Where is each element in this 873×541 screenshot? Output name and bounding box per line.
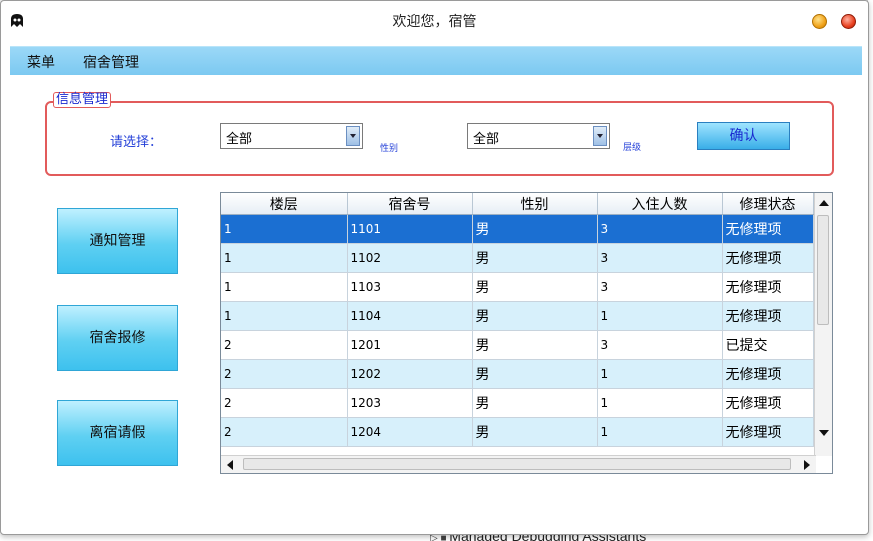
horizontal-scroll-thumb[interactable]: [243, 458, 791, 470]
cell-repair-status[interactable]: 无修理项: [722, 388, 814, 418]
floor-select-value: 全部: [473, 132, 500, 147]
title-bar[interactable]: 欢迎您，宿管: [1, 1, 868, 41]
cell-gender[interactable]: 男: [472, 388, 598, 418]
menu-bar: 菜单 宿舍管理: [10, 46, 862, 75]
floor-dropdown-arrow-icon[interactable]: [593, 126, 607, 146]
cell-room[interactable]: 1104: [347, 301, 473, 331]
cell-occupants[interactable]: 3: [597, 243, 723, 273]
cell-occupants[interactable]: 1: [597, 301, 723, 331]
table-row[interactable]: 2 1202 男 1 无修理项: [221, 359, 814, 389]
notice-management-button[interactable]: 通知管理: [57, 208, 178, 274]
vertical-scroll-thumb[interactable]: [817, 215, 829, 325]
cell-occupants[interactable]: 3: [597, 272, 723, 302]
scroll-up-icon[interactable]: [819, 200, 829, 206]
cell-room[interactable]: 1102: [347, 243, 473, 273]
cell-floor[interactable]: 1: [221, 272, 348, 302]
table-row[interactable]: 2 1203 男 1 无修理项: [221, 388, 814, 418]
cell-gender[interactable]: 男: [472, 330, 598, 360]
scroll-down-icon[interactable]: [819, 430, 829, 436]
table-row[interactable]: 1 1103 男 3 无修理项: [221, 272, 814, 302]
table-row[interactable]: 2 1201 男 3 已提交: [221, 330, 814, 360]
cell-room[interactable]: 1202: [347, 359, 473, 389]
close-button[interactable]: [841, 14, 856, 29]
cell-gender[interactable]: 男: [472, 417, 598, 447]
dorm-repair-button[interactable]: 宿舍报修: [57, 305, 178, 371]
cell-floor[interactable]: 2: [221, 388, 348, 418]
column-header-repair-status[interactable]: 修理状态: [722, 193, 814, 215]
table-row[interactable]: 1 1104 男 1 无修理项: [221, 301, 814, 331]
cell-repair-status[interactable]: 无修理项: [722, 359, 814, 389]
column-header-gender[interactable]: 性别: [472, 193, 598, 215]
cell-room[interactable]: 1103: [347, 272, 473, 302]
table-row[interactable]: 1 1101 男 3 无修理项: [221, 214, 814, 244]
floor-label: 层级: [623, 143, 642, 153]
column-header-room[interactable]: 宿舍号: [347, 193, 473, 215]
gender-dropdown-arrow-icon[interactable]: [346, 126, 360, 146]
gender-label: 性别: [380, 144, 399, 154]
confirm-button[interactable]: 确认: [697, 122, 790, 150]
cell-repair-status[interactable]: 无修理项: [722, 243, 814, 273]
leave-request-button[interactable]: 离宿请假: [57, 400, 178, 466]
cell-floor[interactable]: 1: [221, 301, 348, 331]
cell-repair-status[interactable]: 无修理项: [722, 272, 814, 302]
cell-gender[interactable]: 男: [472, 243, 598, 273]
horizontal-scrollbar[interactable]: [221, 455, 816, 473]
column-header-occupants[interactable]: 入住人数: [597, 193, 723, 215]
cell-gender[interactable]: 男: [472, 272, 598, 302]
cell-repair-status[interactable]: 无修理项: [722, 214, 814, 244]
minimize-button[interactable]: [812, 14, 827, 29]
gender-select[interactable]: 全部: [220, 123, 363, 149]
cell-occupants[interactable]: 1: [597, 388, 723, 418]
cell-floor[interactable]: 2: [221, 359, 348, 389]
cell-occupants[interactable]: 1: [597, 417, 723, 447]
floor-select[interactable]: 全部: [467, 123, 610, 149]
menu-item-dorm-management[interactable]: 宿舍管理: [83, 52, 139, 72]
select-label: 请选择：: [110, 135, 163, 150]
cell-room[interactable]: 1204: [347, 417, 473, 447]
cell-gender[interactable]: 男: [472, 301, 598, 331]
scroll-right-icon[interactable]: [804, 460, 810, 470]
cell-room[interactable]: 1101: [347, 214, 473, 244]
table-header-row: 楼层 宿舍号 性别 入住人数 修理状态: [221, 193, 814, 215]
cell-floor[interactable]: 1: [221, 243, 348, 273]
scroll-left-icon[interactable]: [227, 460, 233, 470]
cell-repair-status[interactable]: 无修理项: [722, 301, 814, 331]
cell-room[interactable]: 1203: [347, 388, 473, 418]
menu-item-menu[interactable]: 菜单: [27, 52, 55, 72]
cell-occupants[interactable]: 3: [597, 214, 723, 244]
cell-occupants[interactable]: 3: [597, 330, 723, 360]
cell-repair-status[interactable]: 无修理项: [722, 417, 814, 447]
group-legend: 信息管理: [53, 92, 112, 108]
vertical-scrollbar[interactable]: [814, 193, 832, 456]
cell-floor[interactable]: 1: [221, 214, 348, 244]
dorm-table: 楼层 宿舍号 性别 入住人数 修理状态 1 1101 男 3 无修理项 1 1102 男 3 无修…: [221, 193, 814, 447]
cell-repair-status[interactable]: 已提交: [722, 330, 814, 360]
cell-floor[interactable]: 2: [221, 330, 348, 360]
table-row[interactable]: 2 1204 男 1 无修理项: [221, 417, 814, 447]
cell-occupants[interactable]: 1: [597, 359, 723, 389]
dorm-data-grid[interactable]: 楼层 宿舍号 性别 入住人数 修理状态 1 1101 男 3 无修理项 1 1102 男 3 无修…: [220, 192, 833, 474]
cell-gender[interactable]: 男: [472, 359, 598, 389]
cell-floor[interactable]: 2: [221, 417, 348, 447]
cell-gender[interactable]: 男: [472, 214, 598, 244]
cell-room[interactable]: 1201: [347, 330, 473, 360]
gender-select-value: 全部: [226, 132, 253, 147]
table-row[interactable]: 1 1102 男 3 无修理项: [221, 243, 814, 273]
window-title: 欢迎您，宿管: [392, 14, 477, 30]
column-header-floor[interactable]: 楼层: [221, 193, 348, 215]
